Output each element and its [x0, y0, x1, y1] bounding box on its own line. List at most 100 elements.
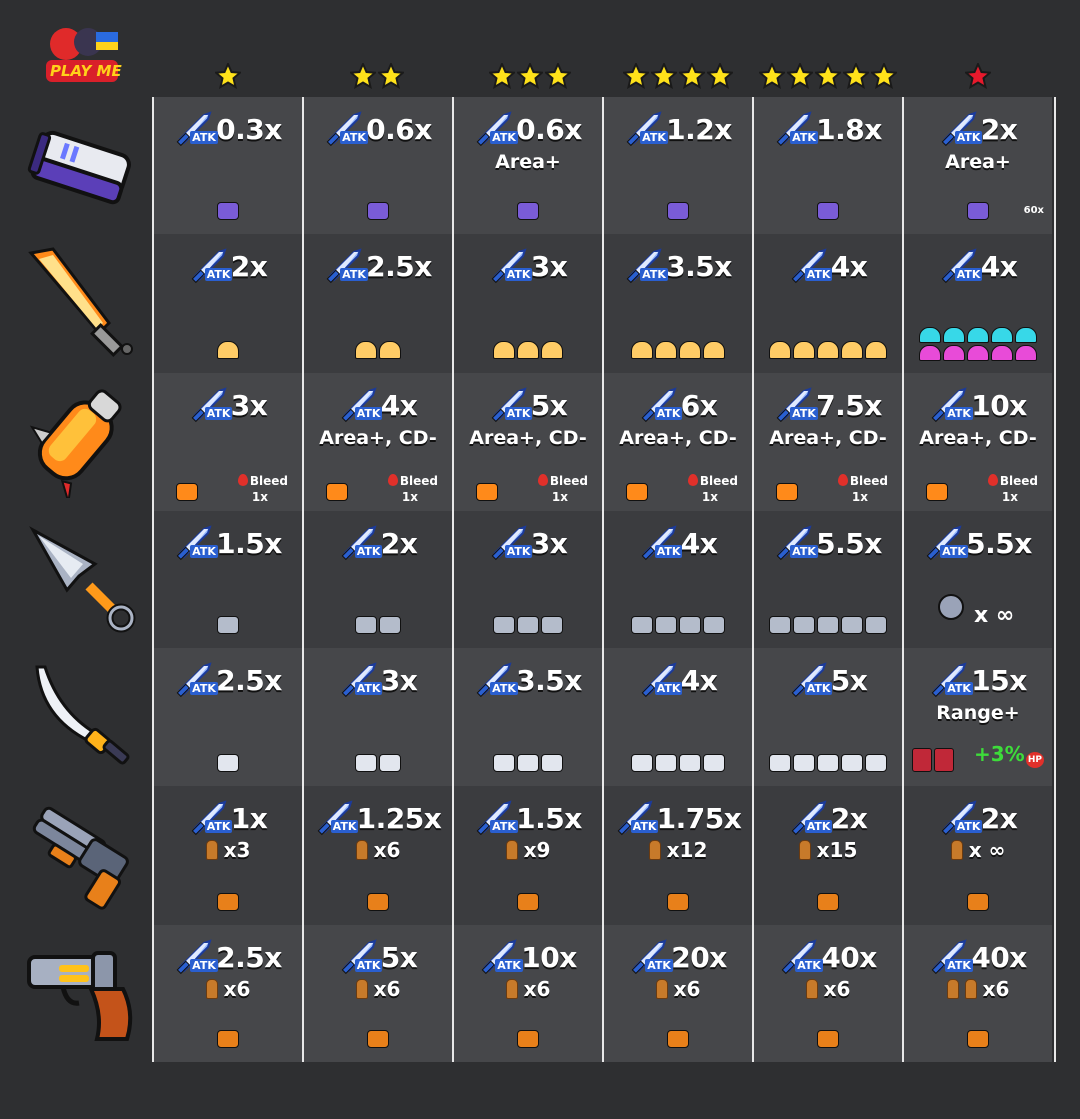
- atk-sword-icon: ATK: [474, 798, 518, 838]
- star-rating-5: [758, 58, 898, 94]
- weapon-thumb-icon: [667, 893, 689, 911]
- weapon-thumbnails: [304, 754, 452, 772]
- ammo-count: x9: [505, 838, 551, 862]
- multiplier-value: 1.8x: [816, 112, 882, 146]
- attack-multiplier: ATK 3.5x: [624, 248, 732, 284]
- attack-multiplier: ATK 1x: [189, 800, 268, 836]
- weapon-thumb-icon: [776, 483, 798, 501]
- weapon-thumbnails: [154, 616, 302, 634]
- weapon-thumbnails: [154, 893, 302, 911]
- weapon-thumb-icon: [379, 754, 401, 772]
- weapon-thumb-icon: [1015, 327, 1037, 343]
- flame-sword-icon: [18, 240, 143, 365]
- weapon-thumbnails: [754, 1030, 902, 1048]
- multiplier-value: 5.5x: [816, 526, 882, 560]
- atk-sword-icon: ATK: [174, 660, 218, 700]
- multiplier-value: 1x: [230, 801, 268, 835]
- upgrade-cell-drone-gun-2: ATK 0.6x: [304, 97, 452, 234]
- weapon-thumb-icon: [943, 327, 965, 343]
- weapon-thumbnails: [154, 483, 302, 501]
- weapon-thumb-icon: [493, 754, 515, 772]
- bullet-icon: [505, 840, 518, 860]
- ammo-count: x ∞: [950, 838, 1006, 862]
- upgrade-cell-katana-6: ATK 15x Range+ +3% HP: [904, 648, 1052, 786]
- multiplier-value: 5x: [830, 663, 868, 697]
- shuriken-icon: [938, 594, 964, 620]
- multiplier-value: 2.5x: [216, 663, 282, 697]
- weapon-thumbnails: [904, 202, 1052, 220]
- bullet-icon: [205, 840, 218, 860]
- katana-icon: [18, 652, 143, 777]
- atk-sword-icon: ATK: [339, 523, 383, 563]
- attack-multiplier: ATK 1.75x: [615, 800, 742, 836]
- multiplier-value: 10x: [971, 388, 1027, 422]
- ammo-value: x9: [523, 838, 551, 862]
- ammo-count: x6: [355, 977, 401, 1001]
- weapon-thumb-icon: [655, 341, 677, 359]
- ammo-value: x6: [373, 977, 401, 1001]
- upgrade-cell-revolver-2: ATK 5x x6: [304, 925, 452, 1062]
- bullet-icon: [355, 979, 368, 999]
- star-icon: [787, 63, 813, 89]
- multiplier-value: 1.5x: [216, 526, 282, 560]
- star-rating-6: [964, 58, 992, 94]
- weapon-thumbnails: [754, 202, 902, 220]
- bonus-text: Area+, CD-: [919, 427, 1037, 449]
- star-icon: [843, 63, 869, 89]
- weapon-thumb-icon: [367, 202, 389, 220]
- ammo-value: x6: [223, 977, 251, 1001]
- star-icon: [623, 63, 649, 89]
- upgrade-cell-flame-sword-6: ATK 4x: [904, 234, 1052, 373]
- weapon-thumb-icon: [967, 893, 989, 911]
- ammo-value: x6: [373, 838, 401, 862]
- ammo-count: x6: [805, 977, 850, 1001]
- weapon-thumb-icon: [769, 754, 791, 772]
- multiplier-value: 7.5x: [816, 388, 882, 422]
- ammo-value: x ∞: [968, 838, 1006, 862]
- attack-multiplier: ATK 4x: [789, 248, 868, 284]
- weapon-thumb-icon: [943, 345, 965, 361]
- upgrade-cell-revolver-4: ATK 20x x6: [604, 925, 752, 1062]
- weapon-thumb-icon: [517, 1030, 539, 1048]
- weapon-thumb-icon: [865, 754, 887, 772]
- upgrade-cell-katana-3: ATK 3.5x: [454, 648, 602, 786]
- attack-multiplier: ATK 0.3x: [174, 111, 282, 147]
- weapon-thumb-icon: [967, 345, 989, 361]
- weapon-thumb-icon: [912, 748, 932, 772]
- multiplier-value: 4x: [980, 249, 1018, 283]
- weapon-thumb-icon: [655, 754, 677, 772]
- weapon-thumbnails: [604, 754, 752, 772]
- weapon-thumbnails: [912, 748, 954, 772]
- upgrade-cell-spiked-club-6: ATK 10x Area+, CD- Bleed 1x: [904, 373, 1052, 511]
- weapon-thumb-icon: [217, 341, 239, 359]
- weapon-thumb-icon: [631, 341, 653, 359]
- weapon-thumbnails: [304, 616, 452, 634]
- upgrade-cell-spiked-club-1: ATK 3x Bleed 1x: [154, 373, 302, 511]
- bullet-icon: [798, 840, 811, 860]
- atk-sword-icon: ATK: [174, 523, 218, 563]
- attack-multiplier: ATK 40x: [929, 939, 1027, 975]
- star-icon: [651, 63, 677, 89]
- weapon-thumb-icon: [493, 341, 515, 359]
- multiplier-value: 40x: [971, 940, 1027, 974]
- upgrade-cell-shotgun-2: ATK 1.25x x6: [304, 786, 452, 925]
- bullet-icon: [655, 979, 668, 999]
- weapon-thumb-icon: [355, 754, 377, 772]
- multiplier-value: 2x: [980, 112, 1018, 146]
- weapon-thumbnails: [454, 893, 602, 911]
- upgrade-cell-drone-gun-3: ATK 0.6x Area+: [454, 97, 602, 234]
- multiplier-value: 3x: [530, 526, 568, 560]
- weapon-thumbnails: [304, 341, 452, 359]
- weapon-thumbnails: [754, 754, 902, 772]
- attack-multiplier: ATK 15x: [929, 662, 1027, 698]
- weapon-thumb-icon: [541, 616, 563, 634]
- ammo-value: x6: [982, 977, 1010, 1001]
- upgrade-cell-katana-4: ATK 4x: [604, 648, 752, 786]
- atk-sword-icon: ATK: [315, 798, 359, 838]
- weapon-thumbnails: [604, 616, 752, 634]
- weapon-thumb-icon: [476, 483, 498, 501]
- weapon-thumb-icon: [631, 754, 653, 772]
- weapon-thumbnails: [904, 483, 1052, 501]
- logo-text: PLAY ME: [50, 62, 122, 80]
- weapon-thumb-icon: [541, 754, 563, 772]
